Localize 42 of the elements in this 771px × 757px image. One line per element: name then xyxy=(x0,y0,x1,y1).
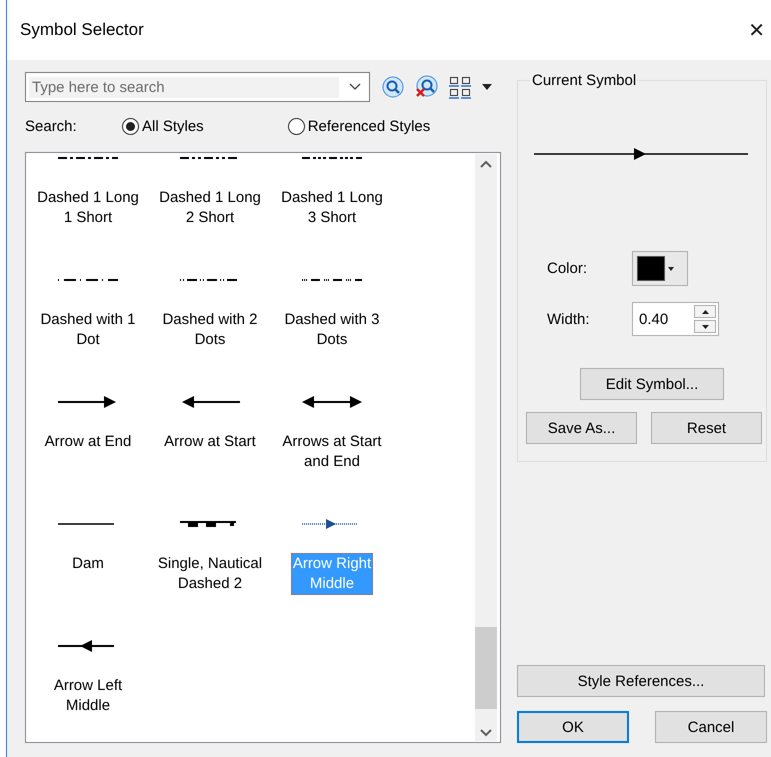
reset-button[interactable]: Reset xyxy=(651,412,762,444)
save-as-button[interactable]: Save As... xyxy=(526,412,637,444)
search-field[interactable]: Type here to search xyxy=(25,72,370,102)
symbol-item[interactable]: Single, Nautical Dashed 2 xyxy=(149,487,271,609)
chevron-down-icon xyxy=(349,83,361,91)
search-icon[interactable] xyxy=(382,76,404,98)
caret-icon xyxy=(668,266,674,270)
line-symbol-icon xyxy=(180,395,240,409)
color-label: Color: xyxy=(547,260,588,277)
symbol-item[interactable]: Dashed with 1 Dot xyxy=(27,243,149,365)
radio-option[interactable]: Referenced Styles xyxy=(288,118,430,134)
window-title: Symbol Selector xyxy=(20,20,144,40)
symbol-item[interactable]: Arrows at Start and End xyxy=(271,365,393,487)
symbol-item[interactable]: Dashed 1 Long 1 Short xyxy=(27,153,149,243)
line-symbol-icon xyxy=(58,395,118,409)
scroll-up-icon[interactable] xyxy=(480,160,492,168)
symbol-item[interactable]: Dashed 1 Long 3 Short xyxy=(271,153,393,243)
dropdown-caret-icon[interactable] xyxy=(482,84,492,90)
width-label: Width: xyxy=(547,310,591,328)
clear-search-icon[interactable] xyxy=(414,75,438,99)
symbol-item[interactable]: Arrow Left Middle xyxy=(27,609,149,731)
grid-view-icon[interactable] xyxy=(448,75,472,99)
close-button[interactable]: ✕ xyxy=(742,18,771,42)
symbol-item[interactable]: Dam xyxy=(27,487,149,609)
scrollbar[interactable] xyxy=(475,154,497,741)
style-references-button[interactable]: Style References... xyxy=(517,665,765,697)
symbol-item[interactable]: Dashed with 2 Dots xyxy=(149,243,271,365)
scroll-thumb[interactable] xyxy=(475,627,497,709)
dialog-button[interactable]: Cancel xyxy=(655,711,767,743)
edit-symbol-button[interactable]: Edit Symbol... xyxy=(580,368,724,400)
color-picker[interactable] xyxy=(632,251,688,286)
symbol-preview-icon xyxy=(534,147,748,161)
dialog-button[interactable]: OK xyxy=(517,711,629,743)
symbol-item[interactable]: Arrow at End xyxy=(27,365,149,487)
symbol-item[interactable]: Arrow at Start xyxy=(149,365,271,487)
group-title: Current Symbol xyxy=(531,72,638,89)
scroll-down-icon[interactable] xyxy=(480,729,492,737)
line-symbol-icon xyxy=(302,395,362,409)
search-label: Search: xyxy=(25,118,78,134)
symbol-item[interactable]: Dashed 1 Long 2 Short xyxy=(149,153,271,243)
symbol-item[interactable]: Dashed with 3 Dots xyxy=(271,243,393,365)
radio-option[interactable]: All Styles xyxy=(122,118,204,134)
